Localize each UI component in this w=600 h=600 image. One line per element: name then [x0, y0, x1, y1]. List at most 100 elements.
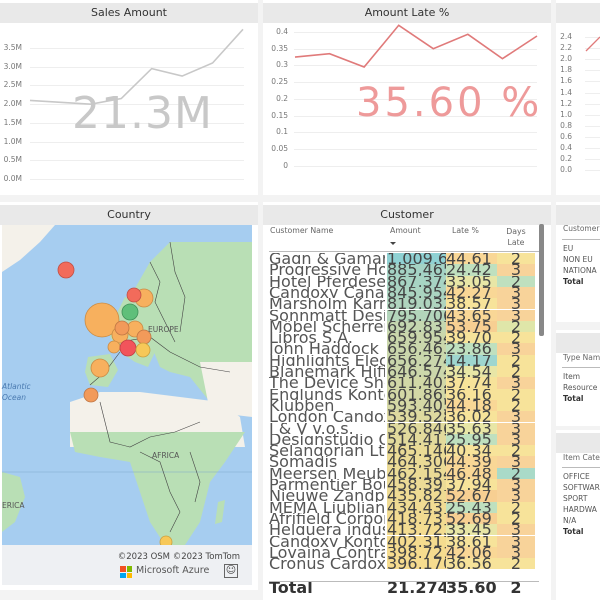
column-header-customer-name[interactable]: Customer Name: [270, 226, 333, 235]
map-label-atlantic: Atlantic: [1, 382, 32, 391]
total-label: Total: [269, 582, 385, 594]
late-pct-cell: 53.75 %: [446, 320, 497, 333]
table-row[interactable]: Parmentier Boutique458,39737.94 %3: [269, 479, 539, 491]
table-row[interactable]: Gagn & Gaman1,009,64344.61 %2: [269, 253, 539, 265]
azure-logo: [120, 566, 132, 578]
list-item: N/A: [563, 516, 577, 525]
column-header-days-late[interactable]: Days Late: [506, 226, 526, 248]
table-row[interactable]: Afrifield Corporation418,73752.69 %2: [269, 512, 539, 525]
late-pct-cell: 40.34 %: [446, 445, 497, 457]
customer-name-cell: Marsholm Karmstol: [269, 298, 385, 310]
column-header-late-pct[interactable]: Late %: [452, 226, 479, 235]
customer-name-cell: Candoxy Kontor A/S: [269, 535, 385, 547]
column-header-amount[interactable]: Amount: [390, 226, 421, 235]
total-label: Total: [563, 527, 584, 536]
table-row[interactable]: Cronus Cardoxy Procurem...396,17036.56 %…: [269, 558, 539, 570]
bubble[interactable]: [107, 340, 121, 354]
customer-table-panel[interactable]: Customer Customer Name Amount Late % Day…: [263, 202, 551, 600]
days-late-cell: 3: [497, 490, 535, 502]
bubble[interactable]: [121, 303, 139, 321]
table-row[interactable]: The Device Shop611,40237.74 %3: [269, 377, 539, 389]
table-row[interactable]: Highlights Electronics Sdn ...656,27414.…: [269, 354, 539, 366]
days-late-cell: 2: [497, 467, 535, 479]
table-row[interactable]: London Candoxy Storage ...539,52836.02 %…: [269, 411, 539, 423]
customer-name-cell: Englunds Kontorsmöbler AB: [269, 388, 385, 400]
type-name-panel[interactable]: Type Nam Item Resource Total: [556, 330, 600, 426]
table-row[interactable]: Blanemark Hifi Shops646,57434.54 %2: [269, 366, 539, 378]
vertical-scrollbar[interactable]: [539, 224, 544, 336]
days-late-cell: 3: [497, 479, 535, 491]
late-pct-cell: 33.45 %: [446, 524, 497, 536]
sort-desc-icon[interactable]: [390, 242, 396, 245]
customer-name-cell: Selangorian Ltd.: [269, 445, 385, 457]
days-late-cell: 2: [497, 332, 535, 344]
late-pct-cell: 44.61 %: [446, 253, 497, 265]
table-row[interactable]: Selangorian Ltd.465,14640.34 %2: [269, 445, 539, 457]
table-row[interactable]: Nieuwe Zandpoort NV435,82752.67 %3: [269, 490, 539, 502]
bubble[interactable]: [83, 387, 99, 403]
table-row[interactable]: Möbel Scherrer AG692,83753.75 %2: [269, 320, 539, 333]
table-row[interactable]: Designstudio Gmunden514,41125.95 %3: [269, 433, 539, 446]
days-late-cell: 2: [497, 558, 535, 570]
late-pct-cell: 24.42 %: [446, 264, 497, 276]
table-row[interactable]: John Haddock Insurance Co.656,46323.86 %…: [269, 343, 539, 355]
amount-cell: 656,463: [387, 343, 446, 355]
table-row[interactable]: Marsholm Karmstol819,03238.57 %3: [269, 298, 539, 310]
days-late-cell: 3: [497, 456, 535, 468]
table-row[interactable]: MEMA Ljubljana d.o.o.434,43725.43 %2: [269, 501, 539, 513]
right-chart-panel[interactable]: 2.4 2.2 2.0 1.8 1.6 1.4 1.2 1.0 0.8 0.6 0.4 0.2 0.0: [556, 0, 600, 195]
bubble[interactable]: [135, 342, 151, 358]
bubble[interactable]: [126, 287, 142, 303]
attribution-bar: [2, 545, 252, 585]
table-row[interactable]: Hotel Pferdesee867,37433.05 %2: [269, 275, 539, 287]
table-row[interactable]: Somadis 464,30644.39 %3: [269, 456, 539, 468]
late-pct-cell: 43.65 %: [446, 309, 497, 321]
amount-late-panel[interactable]: Amount Late % 0.4 0.35 0.3 0.25 0.2 0.15 0.1 0.…: [263, 0, 551, 195]
table-row[interactable]: Progressive Home Furnishi...885,46524.42…: [269, 264, 539, 276]
country-map-panel[interactable]: Country EUROPE AFRICA Atlantic Ocean ERI…: [0, 202, 258, 590]
map-attribution[interactable]: ©2023 OSM ©2023 TomTom: [118, 552, 240, 562]
customer-name-cell: Cronus Cardoxy Procurem...: [269, 558, 385, 570]
amount-cell: 593,405: [387, 399, 446, 412]
sales-amount-panel[interactable]: Sales Amount 3.5M 3.0M 2.5M 2.0M 1.5M 1.0M 0.5…: [0, 0, 258, 195]
amount-cell: 398,721: [387, 546, 446, 559]
table-row[interactable]: Candoxy Kontor A/S402,31738.61 %3: [269, 535, 539, 547]
amount-cell: 692,837: [387, 320, 446, 333]
list-item: EU: [563, 244, 574, 253]
customer-name-cell: Libros S.A.: [269, 332, 353, 344]
table-row[interactable]: Helguera industrial413,72333.45 %3: [269, 524, 539, 536]
table-row[interactable]: Klubben 593,40544.18 %2: [269, 399, 539, 412]
days-late-cell: 3: [497, 535, 535, 547]
table-row[interactable]: Englunds Kontorsmöbler AB601,86536.16 %2: [269, 388, 539, 400]
days-late-cell: 2: [497, 512, 535, 525]
column-header[interactable]: Customer: [563, 224, 599, 233]
bubble[interactable]: [114, 320, 130, 336]
table-row[interactable]: Libros S.A. 659,95439.70 %2: [269, 332, 539, 344]
table-row[interactable]: Candoxy Canada Inc.845,95442.27 %3: [269, 286, 539, 299]
table-row[interactable]: J & V v.o.s. 526,84635.63 %3: [269, 422, 539, 434]
customer-name-cell: Progressive Home Furnishi...: [269, 264, 385, 276]
map-label-ocean: Ocean: [2, 393, 26, 402]
list-item: SPORT: [563, 494, 588, 503]
amount-cell: 539,528: [387, 411, 446, 423]
customer-type-panel[interactable]: Customer EU NON EU NATIONA Total: [556, 202, 600, 322]
item-category-panel[interactable]: Item Cate OFFICE SOFTWAR SPORT HARDWA N/…: [556, 430, 600, 600]
bubble[interactable]: [119, 339, 137, 357]
days-late-cell: 3: [497, 433, 535, 446]
amount-cell: 413,723: [387, 524, 446, 536]
table-row[interactable]: Meersen Meubelen462,15446.48 %2: [269, 467, 539, 479]
amount-cell: 434,437: [387, 501, 446, 513]
feedback-smiley-icon[interactable]: ☺: [224, 564, 238, 578]
bubble[interactable]: [90, 358, 110, 378]
column-header[interactable]: Type Nam: [563, 353, 600, 362]
column-header[interactable]: Item Cate: [563, 453, 600, 462]
series-line: [29, 28, 244, 105]
header-separator: [562, 239, 600, 240]
table-row[interactable]: Lovaina Contractors398,72142.06 %3: [269, 546, 539, 559]
late-pct-cell: 33.05 %: [446, 275, 497, 287]
bubble[interactable]: [57, 261, 75, 279]
amount-cell: 611,402: [387, 377, 446, 389]
table-row[interactable]: Sonnmatt Design795,70643.65 %3: [269, 309, 539, 321]
panel-title: [556, 205, 600, 225]
map-canvas[interactable]: EUROPE AFRICA Atlantic Ocean ERICA: [0, 202, 258, 590]
